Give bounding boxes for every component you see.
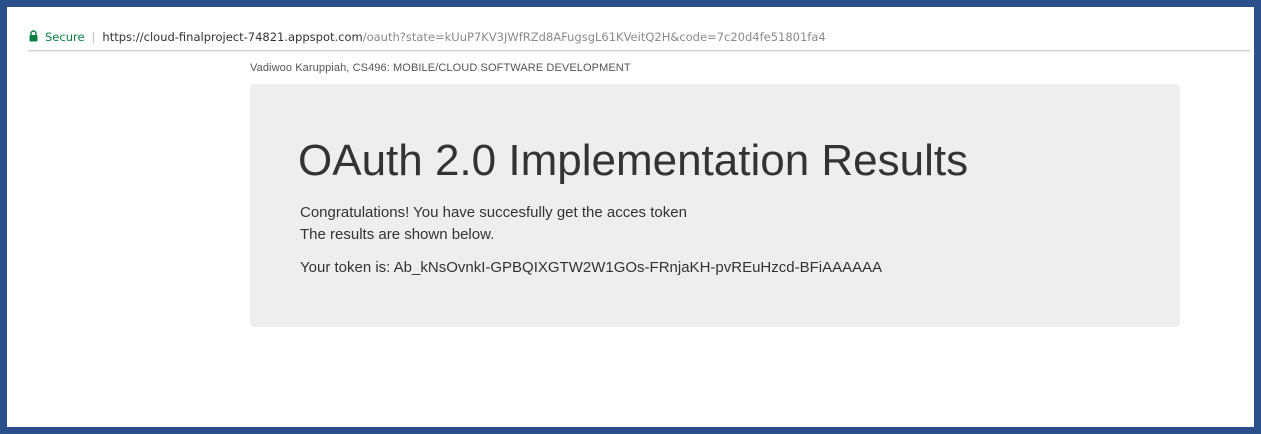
url-path[interactable]: /oauth?state=kUuP7KV3JWfRZd8AFugsgL61KVe… — [363, 30, 826, 44]
lock-icon — [28, 30, 39, 42]
results-note: The results are shown below. — [300, 226, 495, 243]
url-host[interactable]: https://cloud-finalproject-74821.appspot… — [102, 30, 362, 44]
success-message: Congratulations! You have succesfully ge… — [300, 204, 687, 221]
token-text: Your token is: Ab_kNsOvnkI-GPBQIXGTW2W1G… — [300, 259, 883, 276]
address-separator: | — [91, 30, 96, 44]
browser-address-bar[interactable]: Secure | https://cloud-finalproject-7482… — [28, 24, 1250, 51]
page-title: OAuth 2.0 Implementation Results — [298, 136, 969, 185]
author-line: Vadiwoo Karuppiah, CS496: MOBILE/CLOUD S… — [250, 62, 631, 74]
results-panel: OAuth 2.0 Implementation Results Congrat… — [250, 84, 1180, 327]
secure-label[interactable]: Secure — [45, 30, 85, 44]
